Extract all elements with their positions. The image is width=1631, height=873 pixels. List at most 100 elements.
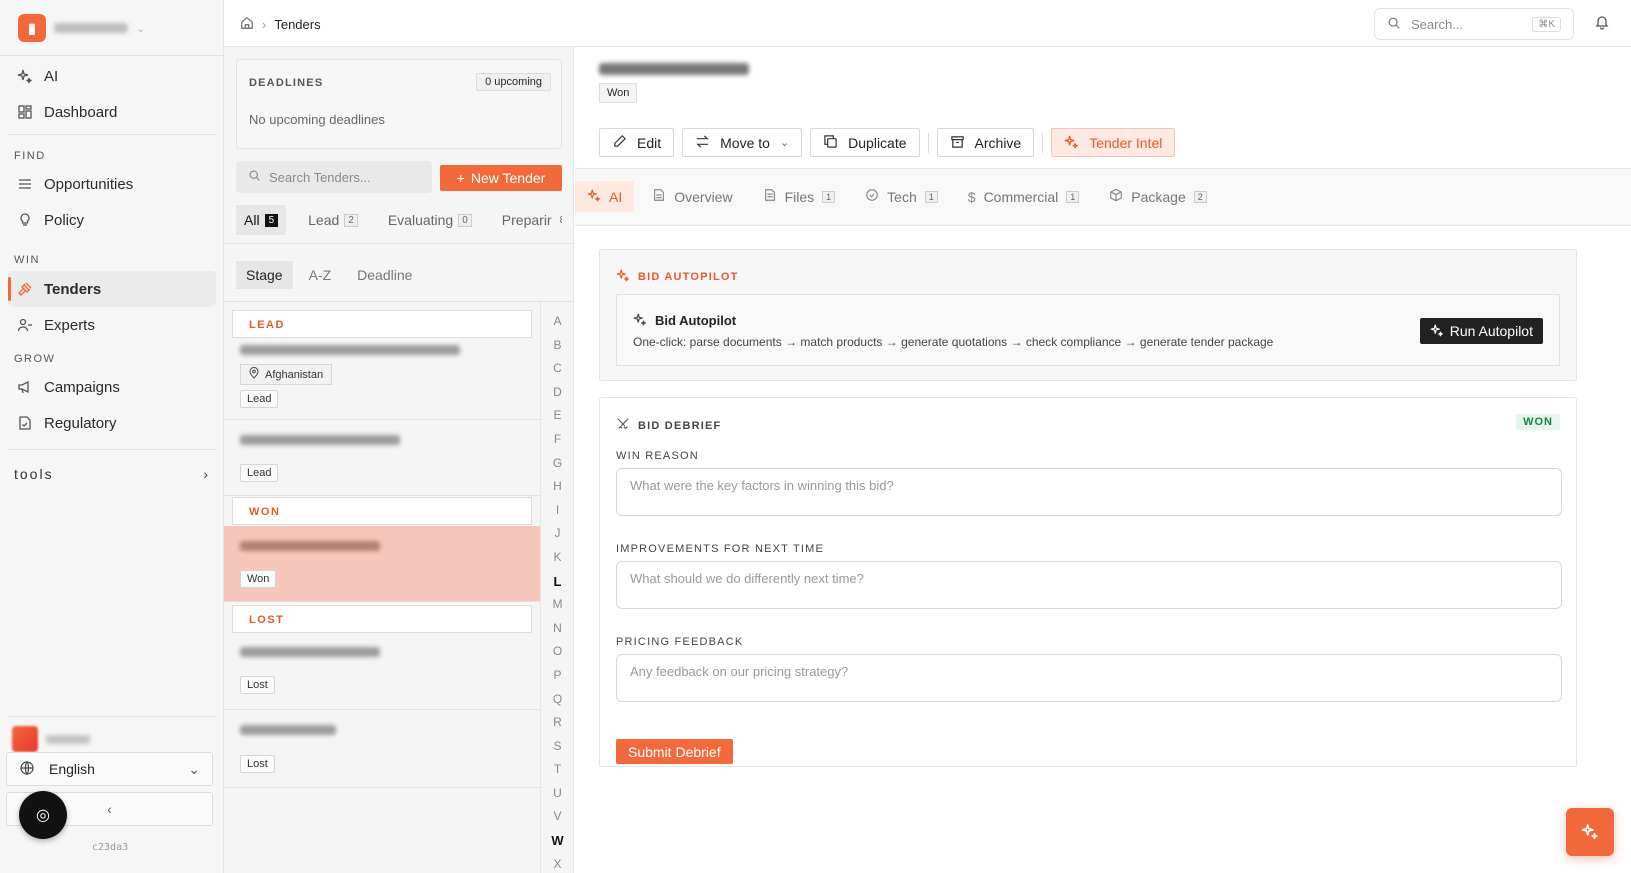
alphabet-index-letter[interactable]: U bbox=[553, 782, 562, 806]
alphabet-index-letter[interactable]: W bbox=[551, 829, 563, 853]
alphabet-index-letter[interactable]: K bbox=[553, 546, 561, 570]
improvements-field[interactable]: What should we do differently next time? bbox=[616, 561, 1562, 609]
divider bbox=[927, 132, 929, 153]
nav-item-campaigns[interactable]: Campaigns bbox=[8, 369, 216, 405]
alphabet-index-letter[interactable]: X bbox=[553, 853, 561, 873]
move-to-button[interactable]: Move to ⌄ bbox=[682, 128, 803, 157]
dollar-icon: $ bbox=[967, 188, 976, 205]
org-name-blurred bbox=[54, 23, 128, 33]
sparkles-icon bbox=[16, 67, 34, 85]
submit-debrief-button[interactable]: Submit Debrief bbox=[616, 739, 733, 764]
alphabet-index-letter[interactable]: N bbox=[553, 617, 562, 641]
tender-intel-button[interactable]: Tender Intel bbox=[1051, 128, 1176, 157]
search-icon bbox=[248, 169, 261, 185]
nav-item-dashboard[interactable]: Dashboard bbox=[8, 94, 216, 130]
tender-title-blurred bbox=[240, 435, 400, 445]
tab-label: Overview bbox=[674, 188, 733, 205]
alphabet-index-letter[interactable]: M bbox=[553, 593, 563, 617]
org-logo: ▮ bbox=[18, 14, 46, 42]
list-item[interactable]: Lost bbox=[224, 710, 540, 788]
nav-item-label: Dashboard bbox=[44, 103, 118, 121]
divider bbox=[8, 134, 216, 135]
alphabet-index-letter[interactable]: P bbox=[553, 664, 561, 688]
bid-debrief-card: BID DEBRIEF WON WIN REASON What were the… bbox=[599, 397, 1577, 767]
tender-search-input[interactable]: Search Tenders... bbox=[236, 161, 432, 193]
gavel-icon bbox=[16, 280, 34, 298]
run-autopilot-button[interactable]: Run Autopilot bbox=[1419, 318, 1543, 344]
nav-item-label: Opportunities bbox=[44, 175, 134, 193]
alphabet-index-letter[interactable]: C bbox=[553, 357, 562, 381]
list-item[interactable]: Lead bbox=[224, 420, 540, 496]
section-find: FIND bbox=[14, 150, 46, 162]
section-title-text: BID DEBRIEF bbox=[638, 419, 722, 432]
bell-icon[interactable] bbox=[1594, 14, 1610, 33]
tab-commercial[interactable]: $ Commercial 1 bbox=[956, 181, 1092, 212]
assistant-launcher-button[interactable]: ◎ bbox=[19, 791, 67, 839]
action-toolbar: Edit Move to ⌄ Duplicate Archive Tender … bbox=[599, 128, 1176, 157]
alphabet-index-letter[interactable]: Q bbox=[553, 688, 562, 712]
tab-ai[interactable]: AI bbox=[575, 181, 635, 212]
alphabet-index-letter[interactable]: H bbox=[553, 475, 562, 499]
sort-tab-stage[interactable]: Stage bbox=[236, 261, 293, 289]
tab-tech[interactable]: Tech 1 bbox=[853, 181, 950, 212]
duplicate-button[interactable]: Duplicate bbox=[810, 128, 920, 157]
tab-files[interactable]: Files 1 bbox=[751, 181, 848, 212]
tab-package[interactable]: Package 2 bbox=[1097, 181, 1219, 212]
stage-tab-preparing[interactable]: Preparir 8 bbox=[494, 205, 562, 235]
alphabet-index-letter[interactable]: L bbox=[554, 570, 562, 594]
list-item[interactable]: Lost bbox=[224, 634, 540, 710]
new-tender-button[interactable]: + New Tender bbox=[440, 165, 562, 191]
global-search[interactable]: Search... ⌘K bbox=[1374, 8, 1574, 40]
tools-label: tools bbox=[14, 466, 54, 482]
nav-item-policy[interactable]: Policy bbox=[8, 202, 216, 238]
tools-expander[interactable]: tools › bbox=[14, 466, 210, 482]
home-icon[interactable] bbox=[240, 16, 254, 33]
sort-tabs: Stage A-Z Deadline bbox=[236, 261, 422, 289]
tab-overview[interactable]: Overview bbox=[640, 181, 744, 212]
alphabet-index-letter[interactable]: J bbox=[555, 522, 561, 546]
alphabet-index-letter[interactable]: R bbox=[553, 711, 562, 735]
alphabet-index-letter[interactable]: E bbox=[553, 404, 561, 428]
pricing-feedback-label: PRICING FEEDBACK bbox=[616, 636, 744, 648]
nav-item-tenders[interactable]: Tenders bbox=[8, 271, 216, 307]
language-select[interactable]: English ⌄ bbox=[6, 752, 213, 786]
tender-title-blurred bbox=[599, 63, 749, 75]
file-check-icon bbox=[16, 414, 34, 432]
alphabet-index-letter[interactable]: D bbox=[553, 381, 562, 405]
group-header-lead: LEAD bbox=[232, 310, 532, 338]
alphabet-index-letter[interactable]: A bbox=[553, 310, 561, 334]
alphabet-index-letter[interactable]: B bbox=[553, 334, 561, 358]
list-item[interactable]: Won bbox=[224, 526, 540, 602]
alphabet-index-letter[interactable]: F bbox=[554, 428, 561, 452]
alphabet-index-letter[interactable]: I bbox=[556, 499, 559, 523]
tab-count: 1 bbox=[924, 190, 938, 203]
archive-button[interactable]: Archive bbox=[936, 128, 1035, 157]
sort-tab-deadline[interactable]: Deadline bbox=[347, 261, 422, 289]
alphabet-index-letter[interactable]: T bbox=[554, 758, 561, 782]
org-switcher[interactable]: ▮ ⌄ bbox=[18, 14, 145, 42]
edit-button[interactable]: Edit bbox=[599, 128, 675, 157]
stage-tab-all[interactable]: All 5 bbox=[236, 205, 287, 235]
alphabet-index-letter[interactable]: V bbox=[553, 805, 561, 829]
nav-item-opportunities[interactable]: Opportunities bbox=[8, 166, 216, 202]
sort-tab-az[interactable]: A-Z bbox=[299, 261, 342, 289]
stage-tab-evaluating[interactable]: Evaluating 0 bbox=[380, 205, 480, 235]
topbar: › Tenders Search... ⌘K bbox=[224, 0, 1631, 47]
alphabet-index-letter[interactable]: O bbox=[553, 640, 562, 664]
win-reason-field[interactable]: What were the key factors in winning thi… bbox=[616, 468, 1562, 516]
pricing-feedback-field[interactable]: Any feedback on our pricing strategy? bbox=[616, 654, 1562, 702]
nav-item-regulatory[interactable]: Regulatory bbox=[8, 405, 216, 441]
ai-assistant-button[interactable] bbox=[1566, 808, 1614, 856]
stage-tab-count: 8 bbox=[557, 215, 562, 226]
nav-item-ai[interactable]: AI bbox=[8, 58, 216, 94]
list-item[interactable]: Afghanistan Lead bbox=[224, 338, 540, 420]
alphabet-index-letter[interactable]: G bbox=[553, 452, 562, 476]
alphabet-index-letter[interactable]: S bbox=[553, 735, 561, 759]
nav-item-experts[interactable]: Experts bbox=[8, 307, 216, 343]
user-profile[interactable] bbox=[12, 726, 90, 752]
section-grow: GROW bbox=[14, 353, 56, 365]
tender-intel-label: Tender Intel bbox=[1089, 134, 1163, 151]
chevron-down-icon: ⌄ bbox=[136, 22, 146, 35]
divider bbox=[8, 449, 216, 450]
stage-tab-lead[interactable]: Lead 2 bbox=[300, 205, 366, 235]
